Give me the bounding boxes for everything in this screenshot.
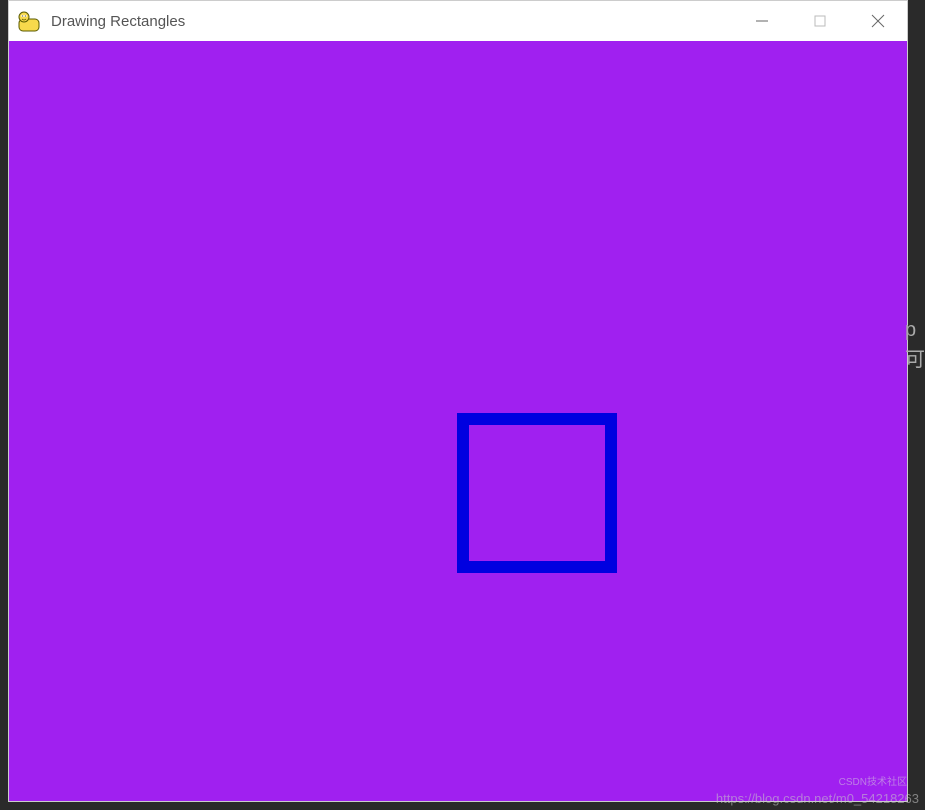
watermark-url: https://blog.csdn.net/m0_54218263 xyxy=(716,791,919,806)
titlebar[interactable]: Drawing Rectangles xyxy=(9,1,907,41)
close-button[interactable] xyxy=(849,1,907,41)
maximize-button[interactable] xyxy=(791,1,849,41)
blue-rectangle xyxy=(457,413,617,573)
side-text-line: 可 xyxy=(905,345,925,375)
watermark-badge: CSDN技术社区 xyxy=(839,773,907,788)
application-window: Drawing Rectangles xyxy=(8,0,908,802)
pygame-snake-icon xyxy=(17,9,41,33)
drawing-canvas xyxy=(9,41,907,801)
minimize-button[interactable] xyxy=(733,1,791,41)
cropped-side-text: p 可 xyxy=(905,315,925,375)
window-controls xyxy=(733,1,907,41)
window-title: Drawing Rectangles xyxy=(51,13,733,30)
side-text-line: p xyxy=(905,315,925,345)
